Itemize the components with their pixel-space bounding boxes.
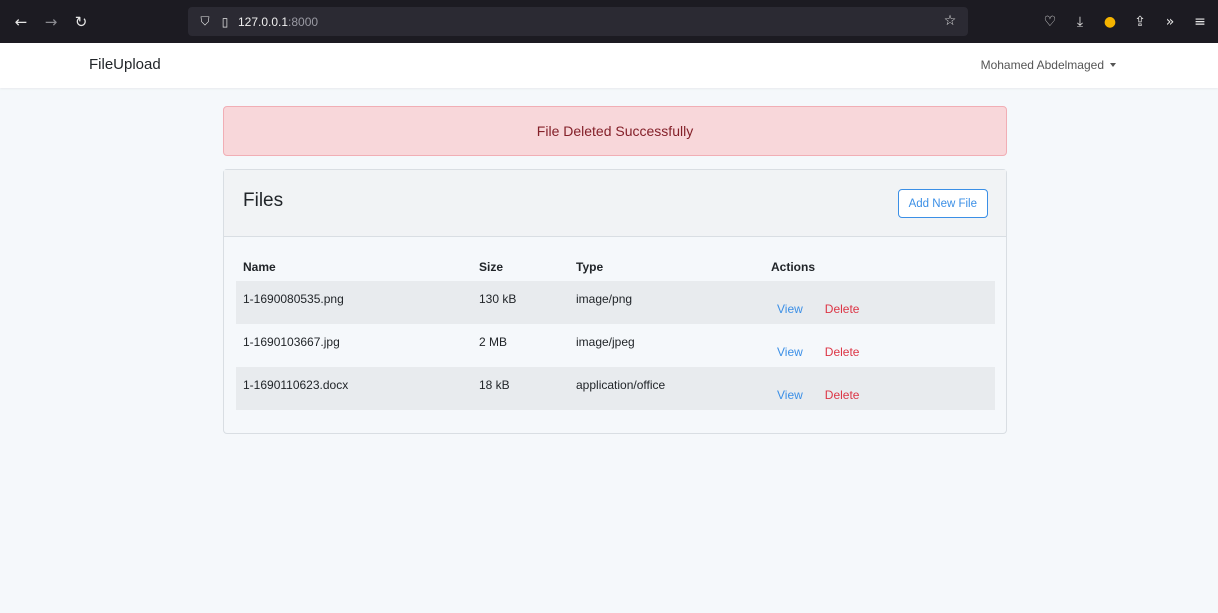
pocket-icon[interactable]: ♡	[1040, 12, 1060, 32]
delete-link[interactable]: Delete	[825, 345, 860, 359]
browser-toolbar: ← → ↻ ⛉ ▯ 127.0.0.1:8000 ☆ ♡ ⤓ ● ⇪ » ≡	[0, 0, 1218, 43]
menu-icon[interactable]: ≡	[1190, 12, 1210, 32]
header-actions: Actions	[771, 259, 816, 274]
url-text: 127.0.0.1:8000	[238, 14, 319, 29]
delete-link[interactable]: Delete	[825, 302, 860, 316]
download-icon[interactable]: ⤓	[1070, 12, 1090, 32]
file-type: image/jpeg	[576, 335, 635, 349]
header-size: Size	[479, 259, 504, 274]
shield-icon[interactable]: ⛉	[198, 12, 212, 32]
back-arrow-icon[interactable]: ←	[10, 11, 32, 33]
brand-link[interactable]: FileUpload	[89, 56, 161, 73]
delete-link[interactable]: Delete	[825, 388, 860, 402]
file-name: 1-1690110623.docx	[243, 378, 349, 392]
overflow-chevron-icon[interactable]: »	[1160, 12, 1180, 32]
table-row: 1-1690080535.png 130 kB image/png View D…	[236, 281, 995, 324]
extension-icon[interactable]: ●	[1100, 12, 1120, 32]
user-name: Mohamed Abdelmaged	[980, 58, 1104, 72]
share-icon[interactable]: ⇪	[1130, 12, 1150, 32]
files-table: Name Size Type Actions 1-1690080535.png …	[236, 252, 995, 410]
view-link[interactable]: View	[777, 345, 803, 359]
forward-arrow-icon[interactable]: →	[40, 11, 62, 33]
page-icon: ▯	[221, 14, 229, 29]
file-size: 18 kB	[479, 378, 510, 392]
file-type: application/office	[576, 378, 666, 392]
card-header: Files Add New File	[224, 170, 1006, 237]
address-bar[interactable]: ⛉ ▯ 127.0.0.1:8000 ☆	[188, 7, 968, 36]
user-dropdown[interactable]: Mohamed Abdelmaged	[981, 58, 1116, 72]
file-size: 130 kB	[479, 292, 517, 306]
alert-message: File Deleted Successfully	[536, 123, 694, 139]
row-actions: View Delete	[764, 302, 995, 324]
add-new-file-button[interactable]: Add New File	[897, 189, 988, 218]
header-name: Name	[243, 259, 276, 274]
view-link[interactable]: View	[777, 388, 803, 402]
table-row: 1-1690103667.jpg 2 MB image/jpeg View De…	[236, 324, 995, 367]
row-actions: View Delete	[764, 345, 995, 367]
table-row: 1-1690110623.docx 18 kB application/offi…	[236, 367, 995, 410]
app-navbar: FileUpload Mohamed Abdelmaged	[0, 43, 1218, 88]
header-type: Type	[576, 259, 604, 274]
files-card: Files Add New File Name Size Type Action…	[223, 169, 1007, 434]
row-actions: View Delete	[764, 388, 995, 410]
success-alert: File Deleted Successfully	[223, 106, 1007, 156]
reload-icon[interactable]: ↻	[70, 11, 92, 33]
file-type: image/png	[576, 292, 633, 306]
file-size: 2 MB	[479, 335, 508, 349]
view-link[interactable]: View	[777, 302, 803, 316]
file-name: 1-1690103667.jpg	[243, 335, 340, 349]
toolbar-icons: ♡ ⤓ ● ⇪ » ≡	[1040, 0, 1210, 43]
caret-down-icon	[1110, 63, 1116, 67]
card-title: Files	[243, 190, 284, 211]
file-name: 1-1690080535.png	[243, 292, 344, 306]
table-header-row: Name Size Type Actions	[236, 252, 995, 281]
bookmark-star-icon[interactable]: ☆	[940, 11, 960, 31]
